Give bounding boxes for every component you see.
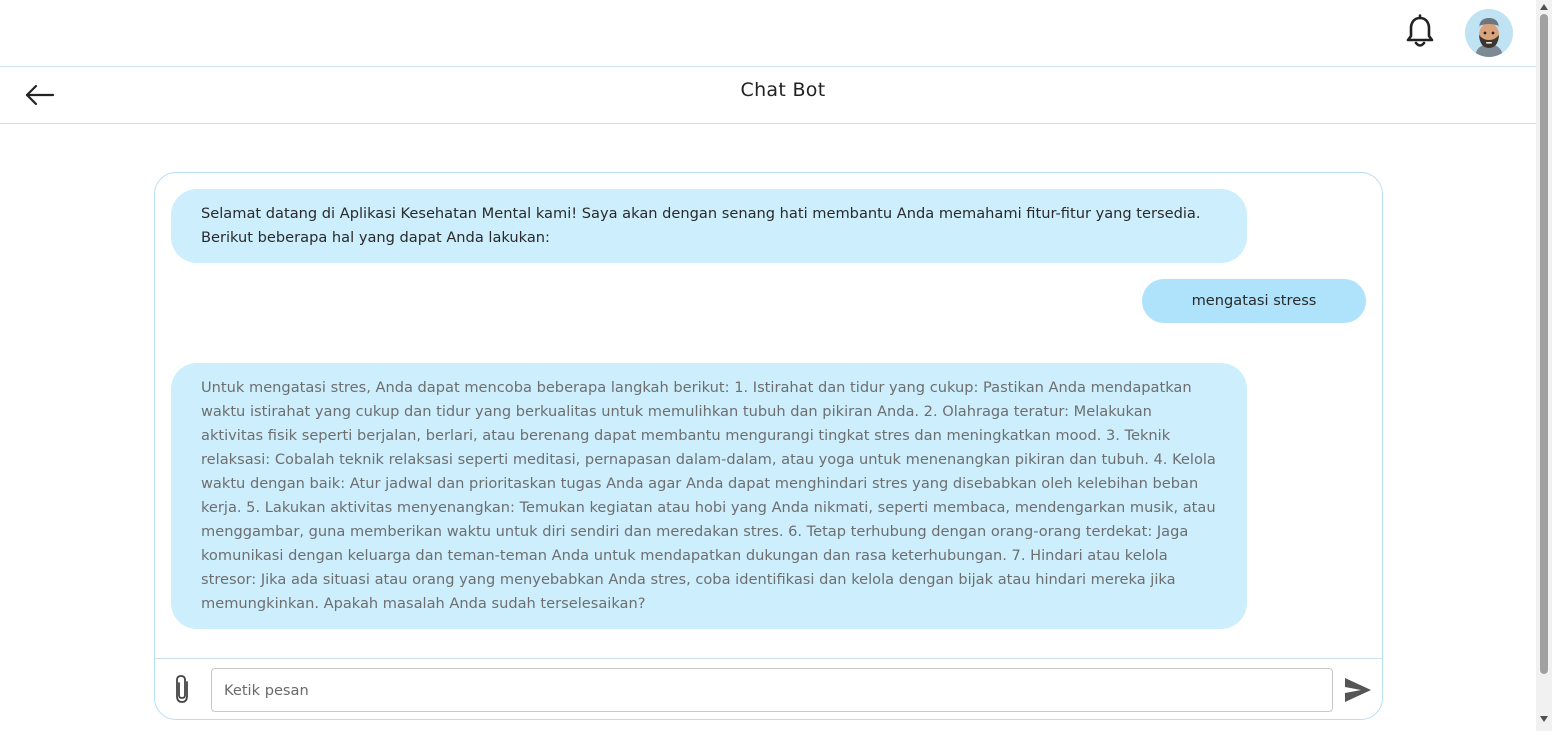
user-avatar[interactable] — [1465, 9, 1513, 57]
top-bar — [0, 0, 1536, 67]
scrollbar-thumb[interactable] — [1540, 14, 1548, 674]
message-list: Selamat datang di Aplikasi Kesehatan Men… — [155, 173, 1382, 658]
bell-icon[interactable] — [1404, 14, 1436, 50]
scroll-up-arrow-icon[interactable] — [1540, 4, 1548, 10]
bot-message: Selamat datang di Aplikasi Kesehatan Men… — [171, 189, 1247, 263]
chat-panel: Selamat datang di Aplikasi Kesehatan Men… — [154, 172, 1383, 720]
paperclip-icon[interactable] — [171, 673, 195, 705]
page-title: Chat Bot — [740, 79, 826, 101]
message-input[interactable] — [211, 668, 1333, 712]
page-header: Chat Bot — [0, 67, 1536, 124]
bot-message: Untuk mengatasi stres, Anda dapat mencob… — [171, 363, 1247, 629]
scroll-down-arrow-icon[interactable] — [1540, 716, 1548, 722]
send-icon[interactable] — [1343, 675, 1373, 705]
user-message: mengatasi stress — [1142, 279, 1366, 323]
page-scrollbar[interactable] — [1536, 0, 1552, 731]
message-composer — [155, 658, 1382, 719]
